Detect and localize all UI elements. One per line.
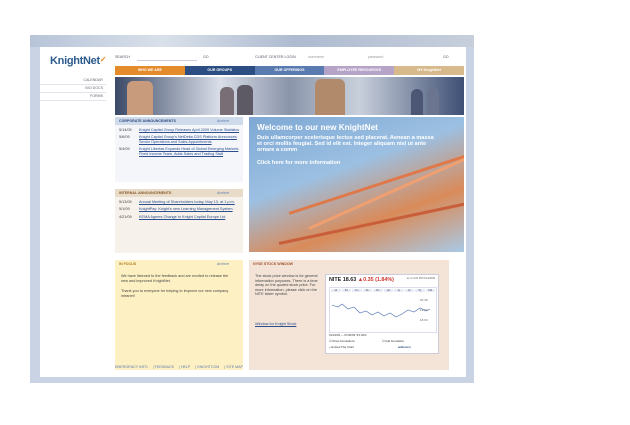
top-bar: SEARCH GO CLIENT CENTER LOGIN username p… [115, 53, 464, 63]
nav-who-we-are[interactable]: WHO WE ARE [115, 66, 185, 75]
welcome-feature: Welcome to our new KnightNet Duis ullamc… [249, 117, 464, 252]
stock-widget: NITE 18.63 ▲0.35 (1.84%) as of 4:02 PM 5… [325, 274, 439, 354]
range-tab[interactable]: 1d [331, 289, 341, 292]
focus-paragraph: Thank you to everyone for helping to imp… [121, 289, 229, 298]
password-field[interactable]: password [368, 55, 383, 59]
range-tab[interactable]: 1m [352, 289, 362, 292]
stock-window-text: The stock price window is for general in… [255, 274, 318, 297]
range-readout: 01/23/09 — 07/30/09 ▼0.62% [329, 333, 367, 337]
hero-person-6 [427, 87, 439, 115]
announcement-link[interactable]: Annual Meeting of Shareholders today, Ma… [139, 200, 243, 204]
in-focus-header: IN FOCUS Archive [119, 260, 229, 268]
footer-help-link[interactable]: HELP [181, 365, 190, 369]
nav-our-offerings[interactable]: OUR OFFERINGS [254, 66, 325, 75]
nav-our-groups[interactable]: OUR GROUPS [184, 66, 255, 75]
axis-tick: 20.48 [420, 298, 428, 302]
internal-announcements-header: INTERNAL ANNOUNCEMENTS Archive [115, 189, 243, 197]
hero-person-3 [237, 85, 253, 115]
announcement-link[interactable]: Knight Libertas Expands Head of Global E… [139, 147, 243, 156]
content-area: KnightNet✓ SEARCH GO CLIENT CENTER LOGIN… [40, 47, 466, 377]
welcome-body: Duis ullamcorper scelerisque lectus sed … [257, 135, 434, 154]
hero-person-1 [127, 81, 153, 115]
range-tab[interactable]: 3m [362, 289, 372, 292]
list-item: 5/4/09 Knight Libertas Expands Head of G… [119, 147, 243, 156]
stock-chart: 1d 5d 1m 3m 6m ytd 1y 2y 5y Full 20.48 1… [329, 287, 437, 333]
list-item: 4/21/09 KEMA Agrees Change to Knight Cap… [119, 215, 243, 219]
list-item: 5/13/09 Annual Meeting of Shareholders t… [119, 200, 243, 204]
sidebar: CALENDAR BIO DOCS FORMS [40, 77, 106, 101]
welcome-title: Welcome to our new KnightNet [257, 123, 378, 132]
list-item: 5/14/09 Knight Capital Group Releases Ap… [119, 128, 243, 132]
announcement-link[interactable]: KnightPay: Knight's new Learning Managem… [139, 207, 243, 211]
footer-knightcom-link[interactable]: KNIGHTCOM [197, 365, 219, 369]
corporate-archive-link[interactable]: Archive [217, 117, 229, 125]
search-go-button[interactable]: GO [203, 55, 209, 59]
announcement-link[interactable]: KEMA Agrees Change to Knight Capital Eur… [139, 215, 243, 219]
sidebar-item-calendar[interactable]: CALENDAR [40, 77, 106, 85]
main-nav: WHO WE ARE OUR GROUPS OUR OFFERINGS EMPL… [115, 66, 464, 75]
more-info-link[interactable]: Click here for more information [257, 160, 437, 166]
hero-photo-banner [115, 77, 464, 115]
in-focus-panel: IN FOCUS Archive We have listened to the… [115, 260, 243, 370]
price-line [331, 303, 431, 318]
axis-tick: 18.63 [420, 318, 428, 322]
range-tab[interactable]: 5y [415, 289, 425, 292]
search-input[interactable] [137, 55, 197, 61]
stock-price: 18.63 [342, 277, 357, 283]
focus-archive-link[interactable]: Archive [217, 260, 229, 268]
sidebar-item-bio-docs[interactable]: BIO DOCS [40, 85, 106, 93]
footer-sitemap-link[interactable]: SITE MAP [226, 365, 243, 369]
range-tab[interactable]: Full [425, 289, 435, 292]
price-line-chart: 20.48 19.50 18.63 [331, 298, 431, 322]
knightnet-logo[interactable]: KnightNet✓ [50, 55, 107, 67]
footer-links: EMERGENCY INFO | FEEDBACK | HELP | KNIGHTCO… [115, 365, 243, 369]
show-annotations-checkbox[interactable]: ☑ Show Annotations [329, 339, 355, 343]
internal-announcements-panel: INTERNAL ANNOUNCEMENTS Archive 5/13/09 A… [115, 189, 243, 253]
stock-timestamp: as of 4:02 PM 5/14/2009 [406, 277, 435, 280]
decorative-stripe [278, 196, 464, 245]
axis-tick: 19.50 [420, 308, 428, 312]
focus-paragraph: We have listened to the feedback and are… [121, 274, 229, 283]
nav-employee-resources[interactable]: EMPLOYEE RESOURCES [324, 66, 395, 75]
nav-my-knightnet[interactable]: MY KnightNet [394, 66, 464, 75]
hero-person-5 [411, 89, 423, 115]
corporate-announcements-header: CORPORATE ANNOUNCEMENTS Archive [115, 117, 243, 125]
wikinvest-logo: wikinvest [398, 345, 411, 349]
stock-change: ▲0.35 (1.84%) [357, 277, 394, 283]
decorative-stripe [308, 145, 464, 230]
footer-feedback-link[interactable]: FEEDBACK [155, 365, 174, 369]
list-item: 5/1/09 KnightPay: Knight's new Learning … [119, 207, 243, 211]
range-tab[interactable]: 5d [341, 289, 351, 292]
stock-window-header: NYSE STOCK WINDOW [253, 262, 294, 266]
username-field[interactable]: username [308, 55, 324, 59]
embed-chart-button[interactable]: + Embed This Chart [329, 345, 354, 349]
internal-archive-link[interactable]: Archive [217, 189, 229, 197]
page-frame: KnightNet✓ SEARCH GO CLIENT CENTER LOGIN… [30, 35, 474, 383]
add-annotation-checkbox[interactable]: ☑ Add Annotation [382, 339, 404, 343]
stock-window-panel: NYSE STOCK WINDOW The stock price window… [249, 260, 449, 370]
logo-mark-icon: ✓ [99, 55, 107, 64]
announcement-link[interactable]: Knight Capital Group's NetDelta CDS Plat… [139, 135, 243, 144]
footer-emergency-link[interactable]: EMERGENCY INFO [115, 365, 148, 369]
corporate-announcements-panel: CORPORATE ANNOUNCEMENTS Archive 5/14/09 … [115, 117, 243, 182]
announcement-link[interactable]: Knight Capital Group Releases April 2009… [139, 128, 243, 132]
client-login-label: CLIENT CENTER LOGIN [255, 55, 296, 59]
hero-person-4 [315, 79, 345, 115]
search-label: SEARCH [115, 55, 130, 59]
range-tab[interactable]: ytd [383, 289, 393, 292]
list-item: 5/6/09 Knight Capital Group's NetDelta C… [119, 135, 243, 144]
login-go-button[interactable]: GO [443, 55, 449, 59]
range-tab[interactable]: 1y [394, 289, 404, 292]
range-tab[interactable]: 6m [373, 289, 383, 292]
range-tab[interactable]: 2y [404, 289, 414, 292]
top-banner [30, 35, 474, 47]
stock-symbol[interactable]: NITE [329, 277, 341, 283]
hero-person-2 [220, 87, 234, 115]
stock-window-link[interactable]: Window for Knight Stock [255, 322, 296, 326]
sidebar-item-forms[interactable]: FORMS [40, 93, 106, 101]
